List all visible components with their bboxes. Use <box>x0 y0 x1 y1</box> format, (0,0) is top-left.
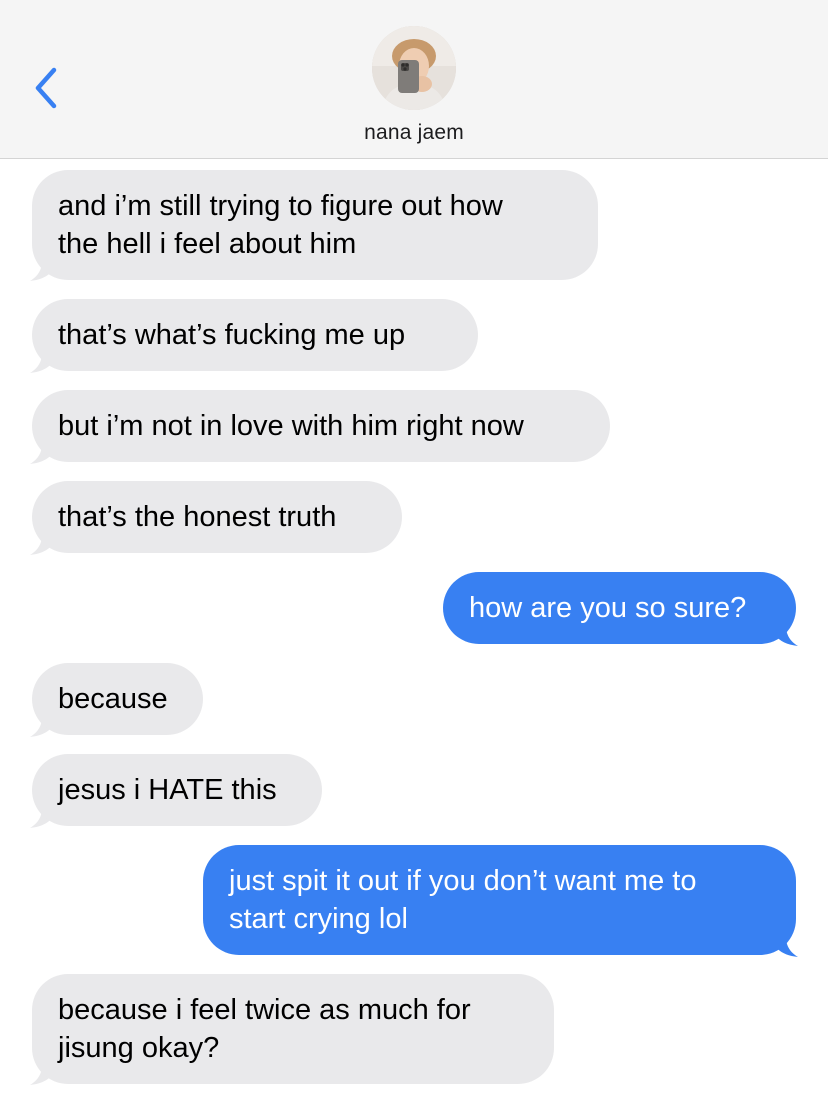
message-bubble-incoming[interactable]: because <box>32 663 203 735</box>
message-bubble-incoming[interactable]: that’s the honest truth <box>32 481 402 553</box>
contact-photo <box>372 26 456 110</box>
message-bubble-incoming[interactable]: but i’m not in love with him right now <box>32 390 610 462</box>
message-bubble-incoming[interactable]: jesus i HATE this <box>32 754 322 826</box>
message-bubble-incoming[interactable]: because i feel twice as much for jisung … <box>32 974 554 1084</box>
message-bubble-incoming[interactable]: that’s what’s fucking me up <box>32 299 478 371</box>
message-thread: and i’m still trying to figure out how t… <box>0 159 828 1095</box>
back-button[interactable] <box>26 64 70 112</box>
contact-avatar[interactable] <box>372 26 456 110</box>
conversation-header: nana jaem <box>0 0 828 159</box>
contact-name[interactable]: nana jaem <box>0 121 828 145</box>
message-bubble-incoming[interactable]: and i’m still trying to figure out how t… <box>32 170 598 280</box>
chevron-left-icon <box>35 67 57 109</box>
message-bubble-outgoing[interactable]: how are you so sure? <box>443 572 796 644</box>
message-bubble-outgoing[interactable]: just spit it out if you don’t want me to… <box>203 845 796 955</box>
